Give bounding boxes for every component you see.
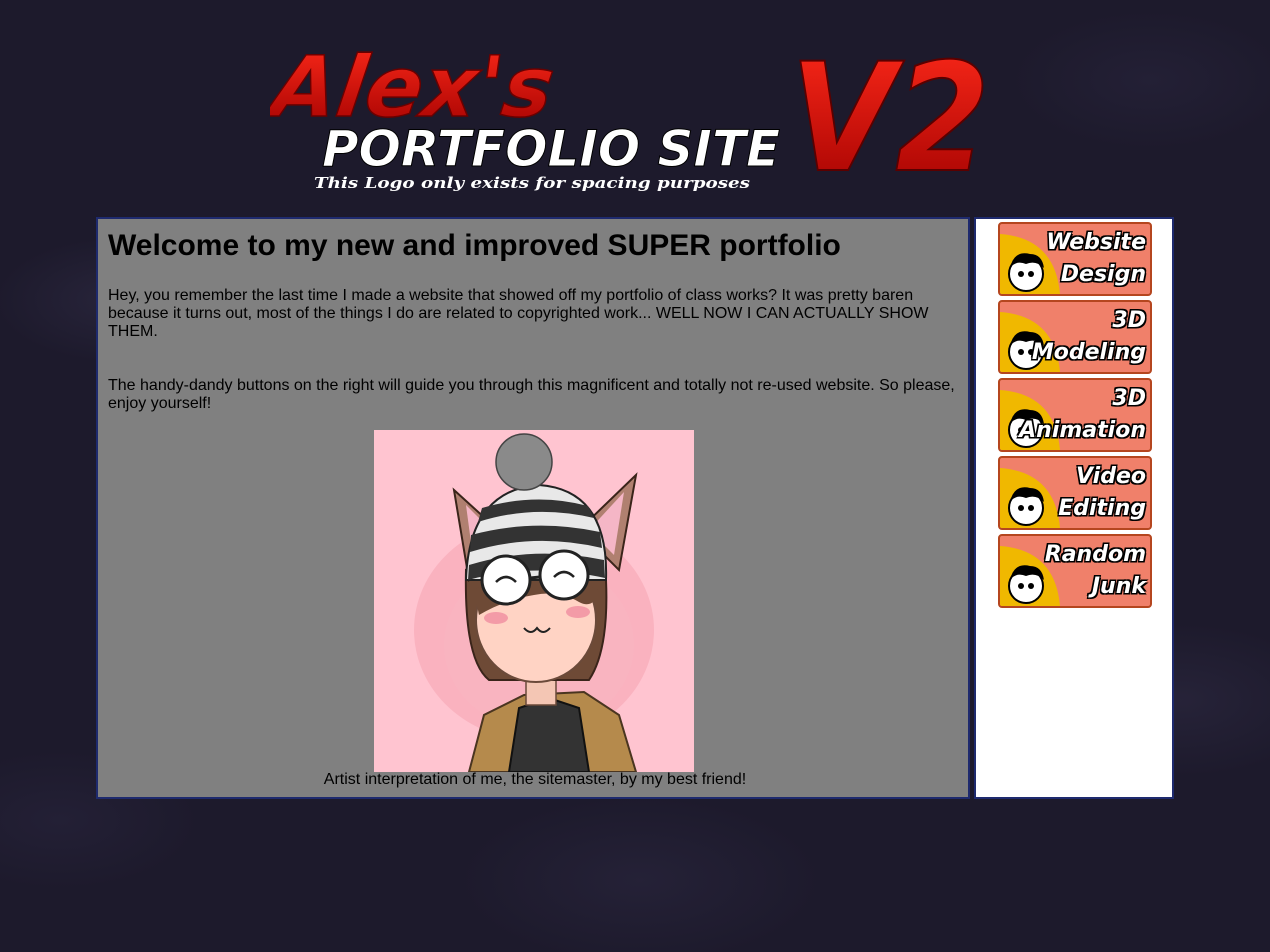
sitemaster-portrait-image <box>374 430 694 773</box>
page-title: Welcome to my new and improved SUPER por… <box>108 229 841 262</box>
intro-paragraph: Hey, you remember the last time I made a… <box>108 287 929 340</box>
nav-label: Random Junk <box>1044 542 1146 599</box>
site-logo: Alex's PORTFOLIO SITE V2 This Logo only … <box>259 20 1010 207</box>
nav-button-3d-animation[interactable]: 3D Animation <box>998 378 1152 452</box>
nav-label: 3D Modeling <box>1031 308 1146 365</box>
logo-line2: PORTFOLIO SITE <box>322 120 780 178</box>
side-navigation-panel: Website Design 3D Modeling 3D Animation … <box>974 217 1174 799</box>
nav-button-random-junk[interactable]: Random Junk <box>998 534 1152 608</box>
nav-button-video-editing[interactable]: Video Editing <box>998 456 1152 530</box>
nav-label: Video Editing <box>1058 464 1146 521</box>
image-caption: Artist interpretation of me, the sitemas… <box>323 771 747 788</box>
nav-button-3d-modeling[interactable]: 3D Modeling <box>998 300 1152 374</box>
guide-paragraph: The handy-dandy buttons on the right wil… <box>108 377 955 412</box>
main-content-panel: Welcome to my new and improved SUPER por… <box>96 217 970 799</box>
nav-label: Website Design <box>1046 230 1146 287</box>
nav-button-website-design[interactable]: Website Design <box>998 222 1152 296</box>
nav-label: 3D Animation <box>1019 386 1146 443</box>
logo-version: V2 <box>790 32 990 200</box>
logo-tagline: This Logo only exists for spacing purpos… <box>314 174 751 192</box>
logo-graphic: Alex's PORTFOLIO SITE V2 This Logo only … <box>259 31 991 207</box>
